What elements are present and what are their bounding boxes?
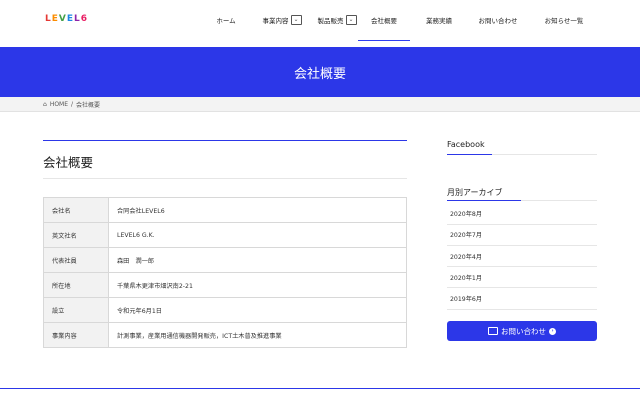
nav-products[interactable]: 製品販売 ⌄ [317,0,357,40]
row-value: LEVEL6 G.K. [108,222,407,248]
breadcrumb-separator: / [71,101,74,108]
nav-contact[interactable]: お問い合わせ [476,0,520,40]
table-row: 所在地 千葉県木更津市畑沢南2-21 [43,272,407,298]
archive-divider [447,224,597,225]
mail-icon [488,327,498,335]
nav-achievements[interactable]: 業務実績 [422,0,456,40]
row-value: 森田 潤一郎 [108,247,407,273]
row-label: 会社名 [43,197,109,223]
row-label: 代表社員 [43,247,109,273]
contact-button[interactable]: お問い合わせ › [447,321,597,341]
row-value: 千葉県木更津市畑沢南2-21 [108,272,407,298]
company-info-table: 会社名 合同会社LEVEL6 英文社名 LEVEL6 G.K. 代表社員 森田 潤一郎… [43,197,407,348]
facebook-underline [447,154,492,155]
chevron-down-icon[interactable]: ⌄ [345,15,357,25]
nav-company[interactable]: 会社概要 [358,0,410,41]
table-row: 英文社名 LEVEL6 G.K. [43,222,407,248]
archive-link[interactable]: 2019年6月 [450,294,482,303]
archive-divider [447,309,597,310]
row-label: 事業内容 [43,322,109,348]
title-top-rule [43,140,407,141]
row-value: 計測事業，産業用通信機器開発販売，ICT土木普及推進事業 [108,322,407,348]
archive-underline [447,200,521,201]
archive-divider [447,245,597,246]
archive-link[interactable]: 2020年1月 [450,273,482,282]
breadcrumb-current: 会社概要 [76,102,101,109]
archive-divider [447,266,597,267]
home-icon: ⌂ [43,101,47,108]
row-value: 合同会社LEVEL6 [108,197,407,223]
breadcrumb: ⌂ HOME / 会社概要 [0,97,640,112]
footer [0,389,640,400]
contact-button-label: お問い合わせ [501,326,546,336]
archive-divider [447,287,597,288]
table-row: 設立 令和元年6月1日 [43,297,407,323]
breadcrumb-home[interactable]: HOME [50,101,68,108]
nav-home[interactable]: ホーム [212,0,240,40]
row-value: 令和元年6月1日 [108,297,407,323]
title-bottom-rule [43,178,407,179]
row-label: 設立 [43,297,109,323]
row-label: 英文社名 [43,222,109,248]
page-banner: 会社概要 [0,47,640,97]
archive-link[interactable]: 2020年4月 [450,252,482,261]
chevron-down-icon[interactable]: ⌄ [290,15,302,25]
facebook-heading: Facebook [447,140,485,149]
page-title: 会社概要 [43,155,94,170]
table-row: 代表社員 森田 潤一郎 [43,247,407,273]
nav-news[interactable]: お知らせ一覧 [542,0,586,40]
archive-heading: 月別アーカイブ [447,188,503,197]
site-logo[interactable]: LEVEL6 [45,14,88,24]
archive-link[interactable]: 2020年7月 [450,230,482,239]
table-row: 事業内容 計測事業，産業用通信機器開発販売，ICT土木普及推進事業 [43,322,407,348]
banner-title: 会社概要 [293,66,346,82]
table-row: 会社名 合同会社LEVEL6 [43,197,407,223]
nav-services[interactable]: 事業内容 ⌄ [262,0,302,40]
archive-link[interactable]: 2020年8月 [450,209,482,218]
row-label: 所在地 [43,272,109,298]
arrow-right-circle-icon: › [549,327,556,335]
